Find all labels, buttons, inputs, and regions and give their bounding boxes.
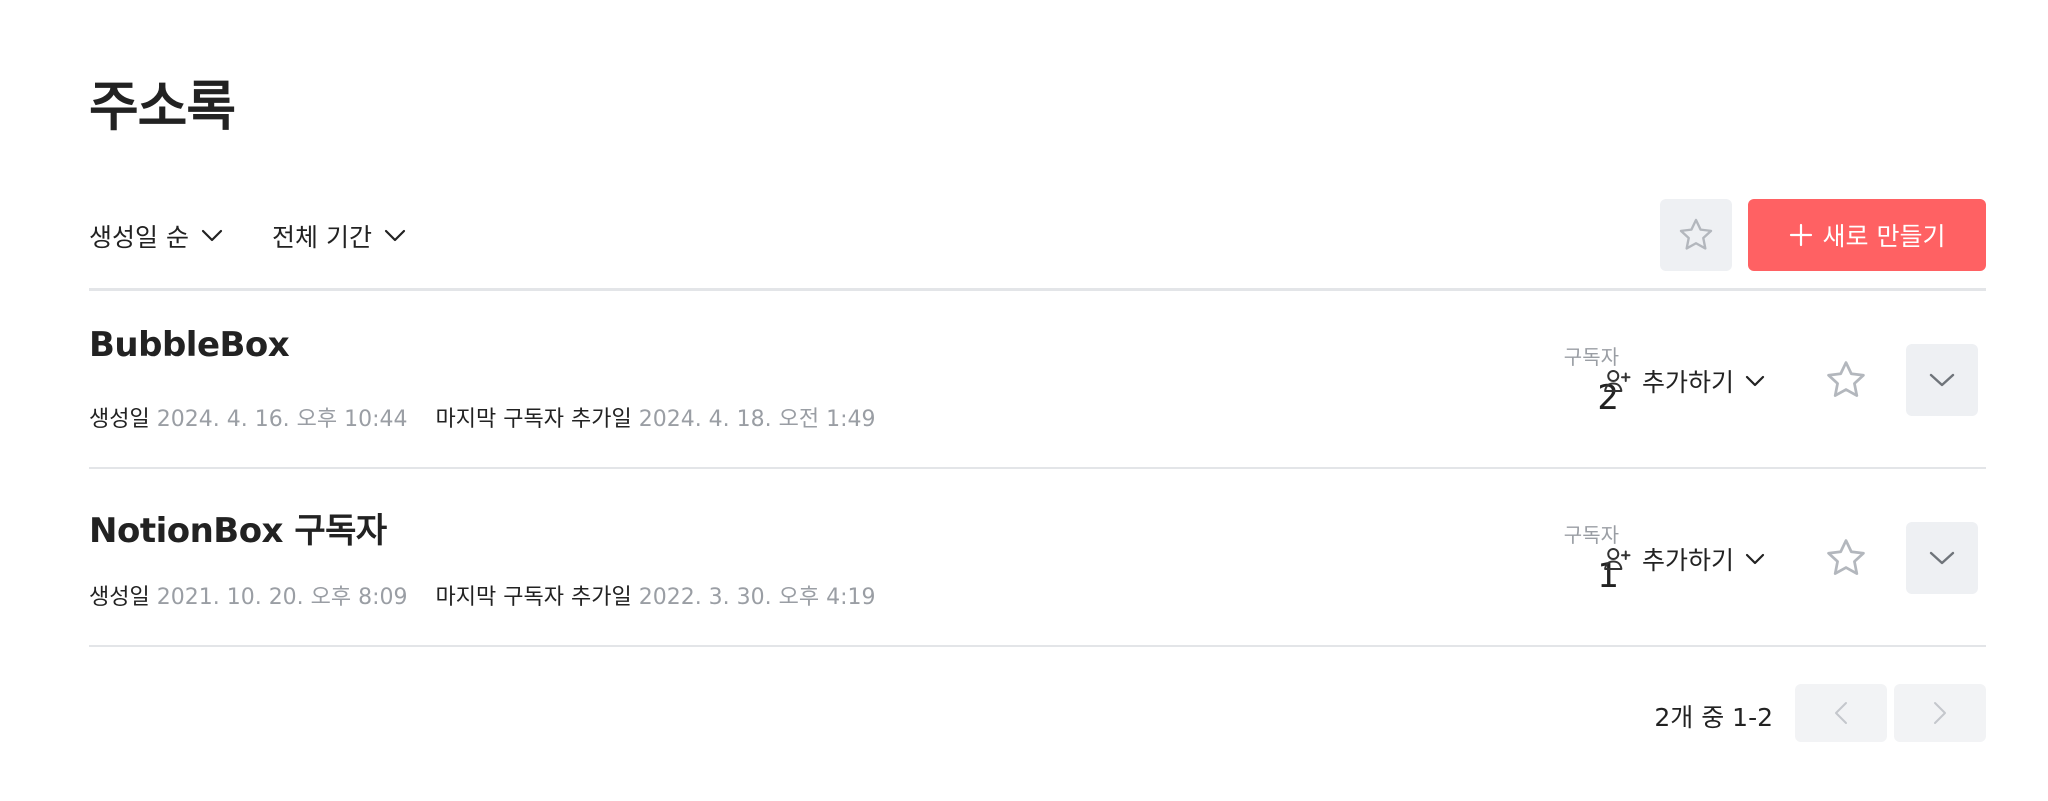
star-outline-icon	[1679, 218, 1713, 250]
period-dropdown[interactable]: 전체 기간	[272, 219, 406, 253]
add-subscriber-label: 추가하기	[1642, 368, 1735, 397]
toolbar: 생성일 순 전체 기간 새로 만들기	[89, 199, 1986, 273]
sort-dropdown-label: 생성일 순	[89, 223, 189, 252]
next-page-button[interactable]	[1894, 684, 1986, 742]
last-added-label: 마지막 구독자 추가일	[435, 407, 632, 432]
subscriber-label: 구독자	[1563, 345, 1619, 369]
list-item: BubbleBox 생성일 2024. 4. 16. 오후 10:44 마지막 …	[89, 291, 1986, 469]
list-item-title[interactable]: NotionBox 구독자	[89, 503, 387, 552]
subscriber-count: 1	[1597, 556, 1619, 596]
chevron-right-icon	[1934, 702, 1946, 724]
add-user-icon	[1604, 370, 1631, 392]
favorite-filter-button[interactable]	[1660, 199, 1732, 271]
chevron-down-icon	[1929, 373, 1955, 387]
list-item-title[interactable]: BubbleBox	[89, 325, 290, 365]
chevron-down-icon	[1745, 553, 1765, 565]
add-subscriber-label: 추가하기	[1642, 546, 1735, 575]
address-book-page: 주소록 생성일 순 전체 기간 새로 만들기 BubbleBox 생성일 202…	[0, 0, 2048, 801]
page-title: 주소록	[89, 75, 236, 138]
last-added-value: 2024. 4. 18. 오전 1:49	[638, 407, 876, 432]
subscriber-count-block: 구독자 1	[1439, 519, 1619, 596]
list-item: NotionBox 구독자 생성일 2021. 10. 20. 오후 8:09 …	[89, 469, 1986, 647]
chevron-down-icon	[201, 229, 223, 242]
chevron-down-icon	[384, 229, 406, 242]
subscriber-count: 2	[1597, 378, 1619, 418]
previous-page-button[interactable]	[1795, 684, 1887, 742]
subscriber-count-block: 구독자 2	[1439, 341, 1619, 418]
sort-dropdown[interactable]: 생성일 순	[89, 219, 223, 253]
expand-row-button[interactable]	[1906, 522, 1978, 594]
created-label: 생성일	[89, 407, 150, 432]
create-new-button[interactable]: 새로 만들기	[1748, 199, 1986, 271]
expand-row-button[interactable]	[1906, 344, 1978, 416]
pagination-info: 2개 중 1-2	[1654, 703, 1773, 732]
pagination: 2개 중 1-2	[89, 684, 1986, 742]
chevron-down-icon	[1745, 375, 1765, 387]
created-value: 2024. 4. 16. 오후 10:44	[156, 407, 408, 432]
star-outline-icon	[1827, 539, 1865, 575]
create-new-label: 새로 만들기	[1822, 222, 1946, 251]
last-added-label: 마지막 구독자 추가일	[435, 585, 632, 610]
chevron-down-icon	[1929, 551, 1955, 565]
period-dropdown-label: 전체 기간	[272, 223, 372, 252]
subscriber-label: 구독자	[1563, 523, 1619, 547]
last-added-value: 2022. 3. 30. 오후 4:19	[638, 585, 876, 610]
add-user-icon	[1604, 548, 1631, 570]
add-subscriber-dropdown[interactable]: 추가하기	[1602, 541, 1766, 577]
created-label: 생성일	[89, 585, 150, 610]
favorite-toggle[interactable]	[1823, 535, 1869, 581]
chevron-left-icon	[1835, 702, 1847, 724]
favorite-toggle[interactable]	[1823, 357, 1869, 403]
plus-icon	[1789, 223, 1812, 247]
star-outline-icon	[1827, 361, 1865, 397]
list-item-meta: 생성일 2024. 4. 16. 오후 10:44 마지막 구독자 추가일 20…	[89, 401, 876, 433]
list-item-meta: 생성일 2021. 10. 20. 오후 8:09 마지막 구독자 추가일 20…	[89, 579, 876, 611]
created-value: 2021. 10. 20. 오후 8:09	[156, 585, 408, 610]
add-subscriber-dropdown[interactable]: 추가하기	[1602, 363, 1766, 399]
